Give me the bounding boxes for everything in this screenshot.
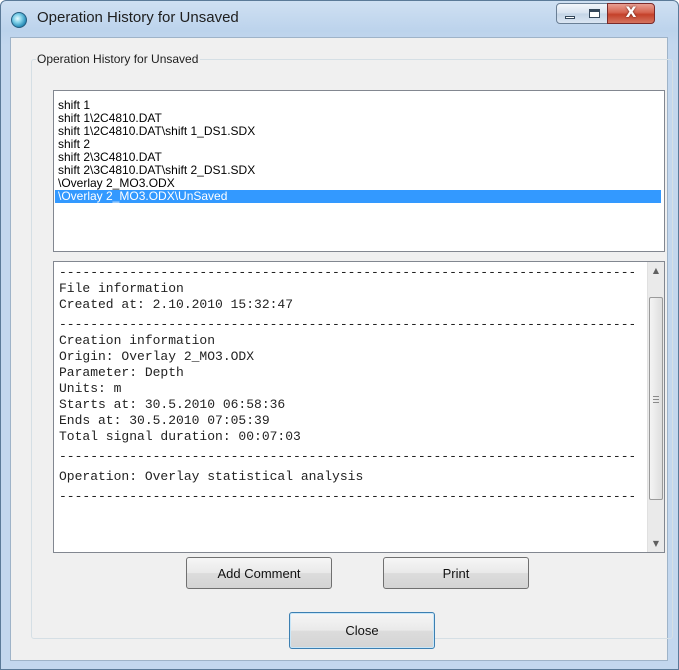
maximize-icon — [589, 9, 600, 18]
separator-line: ----------------------------------------… — [59, 265, 634, 280]
separator-line: ----------------------------------------… — [59, 489, 634, 504]
detail-line: Units: m — [59, 381, 122, 396]
detail-line: Starts at: 30.5.2010 06:58:36 — [59, 397, 286, 412]
detail-line: Origin: Overlay 2_MO3.ODX — [59, 349, 255, 364]
close-icon: X — [625, 5, 637, 21]
list-item[interactable]: shift 1\2C4810.DAT\shift 1_DS1.SDX — [55, 125, 661, 138]
title-bar[interactable]: Operation History for Unsaved X — [1, 1, 678, 37]
groupbox-label: Operation History for Unsaved — [36, 52, 201, 66]
list-item-selected[interactable]: \Overlay 2_MO3.ODX\UnSaved — [55, 190, 661, 203]
minimize-button[interactable] — [556, 3, 583, 24]
separator-line: ----------------------------------------… — [59, 317, 634, 332]
detail-line: Parameter: Depth — [59, 365, 184, 380]
close-button[interactable]: Close — [289, 612, 435, 649]
details-scrollbar[interactable]: ▲ ▼ — [647, 262, 664, 552]
scrollbar-thumb[interactable] — [649, 297, 663, 500]
detail-line: Ends at: 30.5.2010 07:05:39 — [59, 413, 270, 428]
window-title: Operation History for Unsaved — [37, 9, 239, 26]
separator-line: ----------------------------------------… — [59, 449, 634, 464]
detail-line: Operation: Overlay statistical analysis — [59, 469, 364, 484]
detail-line: File information — [59, 281, 184, 296]
minimize-icon — [565, 16, 575, 19]
detail-line: Total signal duration: 00:07:03 — [59, 429, 301, 444]
dialog-window: Operation History for Unsaved X Operatio… — [0, 0, 679, 670]
add-comment-button[interactable]: Add Comment — [186, 557, 332, 589]
print-button[interactable]: Print — [383, 557, 529, 589]
app-globe-icon — [11, 12, 27, 28]
window-close-button[interactable]: X — [607, 3, 655, 24]
grip-icon — [653, 396, 659, 403]
detail-line: Creation information — [59, 333, 216, 348]
dialog-client-area: Operation History for Unsaved shift 1 sh… — [10, 37, 673, 661]
maximize-button[interactable] — [582, 3, 608, 24]
history-listbox[interactable]: shift 1 shift 1\2C4810.DAT shift 1\2C481… — [53, 90, 665, 252]
scroll-down-arrow-icon[interactable]: ▼ — [648, 535, 664, 552]
details-textbox[interactable]: ----------------------------------------… — [53, 261, 665, 553]
detail-line: Created at: 2.10.2010 15:32:47 — [59, 297, 294, 312]
scroll-up-arrow-icon[interactable]: ▲ — [648, 262, 664, 279]
